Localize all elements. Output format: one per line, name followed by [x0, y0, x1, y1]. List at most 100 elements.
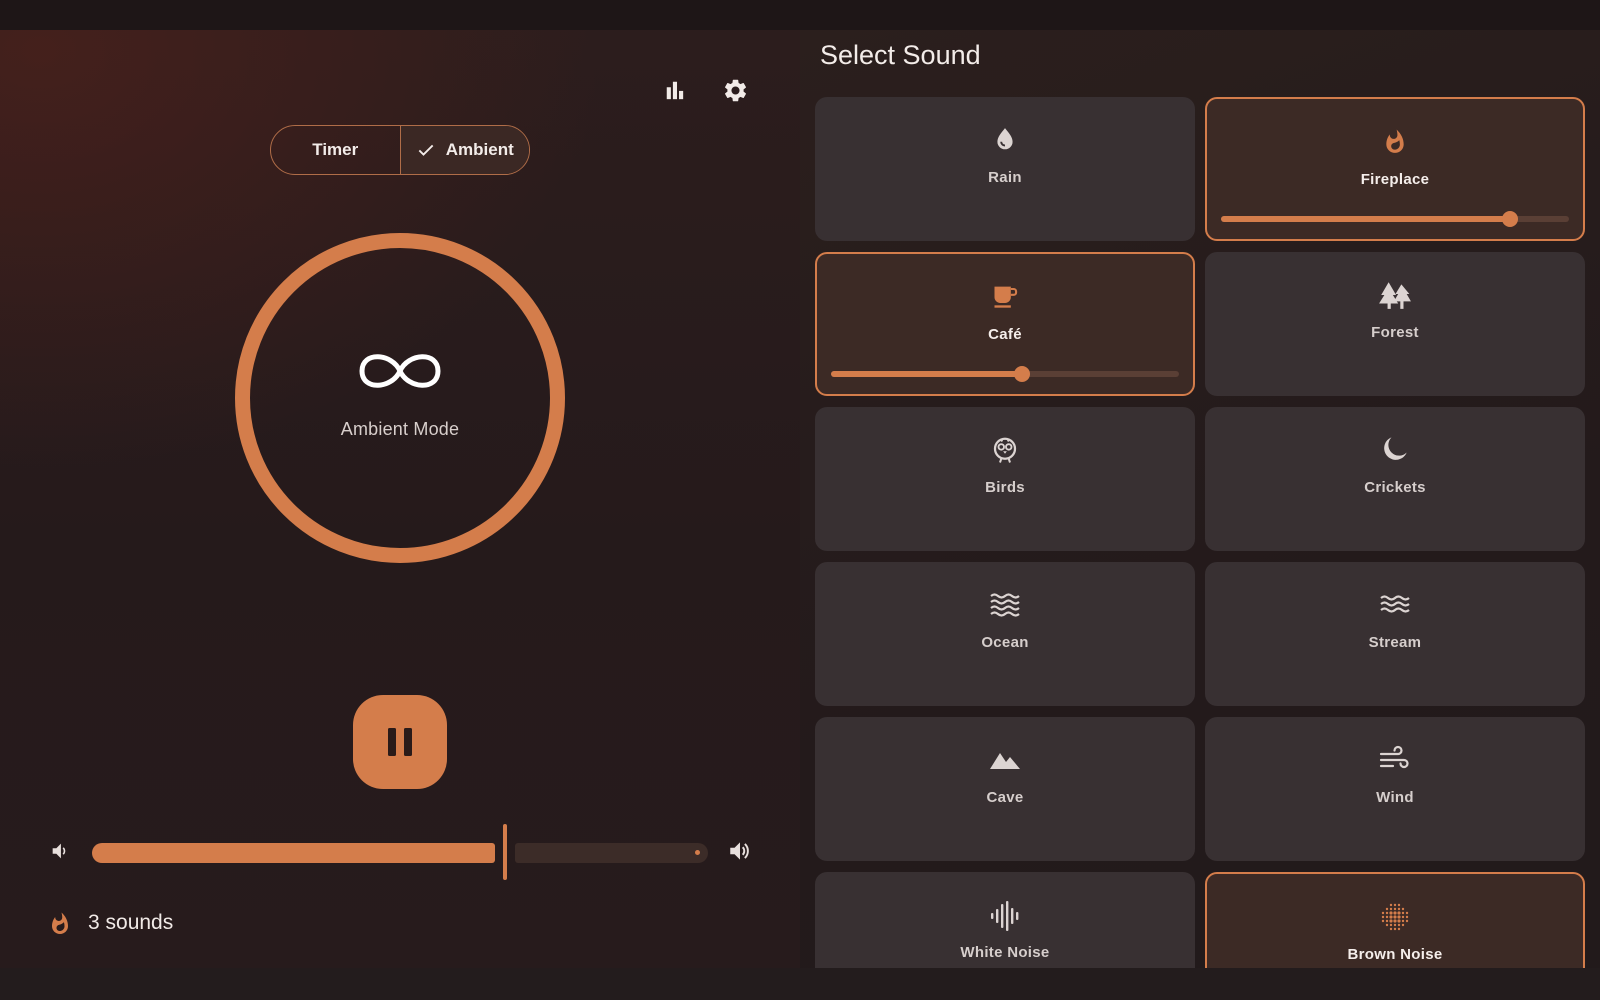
noise-dot — [1389, 903, 1393, 907]
tab-timer-label: Timer — [312, 140, 359, 159]
sound-card-rain[interactable]: Rain — [815, 97, 1195, 241]
slider-fill — [831, 371, 1023, 377]
sound-label: Cave — [986, 789, 1024, 806]
sound-label: Ocean — [981, 634, 1029, 651]
volume-handle[interactable] — [503, 824, 507, 880]
noise-dot — [1401, 911, 1405, 915]
sound-label: Birds — [985, 479, 1025, 496]
moon-icon — [1384, 437, 1407, 460]
noise-dot — [1389, 915, 1393, 919]
noise-dot — [1405, 911, 1409, 915]
noise-dot — [1397, 915, 1401, 919]
tab-ambient-label: Ambient — [445, 140, 514, 159]
ring-content: Ambient Mode — [235, 233, 565, 563]
volume-high-icon — [730, 842, 749, 860]
sound-label: Wind — [1376, 789, 1414, 806]
noise-dot — [1381, 911, 1385, 915]
noise-dot — [1397, 927, 1401, 931]
noise-dot — [1381, 919, 1385, 923]
panel-title: Select Sound — [820, 40, 981, 70]
volume-down-button[interactable] — [45, 836, 75, 866]
slider-fill — [1221, 216, 1510, 222]
check-icon — [418, 144, 434, 156]
noise-dot — [1397, 919, 1401, 923]
noise-dot — [1401, 923, 1405, 927]
volume-slider[interactable] — [92, 824, 708, 880]
noise-dot — [1393, 927, 1397, 931]
bar-chart-icon — [666, 81, 684, 100]
noise-dot — [1397, 903, 1401, 907]
sound-card-fireplace[interactable]: Fireplace — [1205, 97, 1585, 241]
sound-card-crickets[interactable]: Crickets — [1205, 407, 1585, 551]
noise-dot — [1405, 915, 1409, 919]
navigation-bar — [0, 968, 1600, 1000]
noise-dot — [1393, 915, 1397, 919]
volume-track — [515, 843, 708, 863]
sound-count: 3 sounds — [88, 911, 174, 934]
noise-dot — [1401, 915, 1405, 919]
mode-label: Ambient Mode — [340, 418, 460, 439]
wind-icon — [1379, 745, 1409, 769]
pause-button[interactable] — [353, 695, 447, 789]
volume-fill — [92, 843, 495, 863]
noise-dot — [1393, 911, 1397, 915]
gear-icon — [724, 79, 746, 101]
sound-card-birds[interactable]: Birds — [815, 407, 1195, 551]
sound-card-brown-noise[interactable]: Brown Noise — [1205, 872, 1585, 968]
noise-dot — [1393, 923, 1397, 927]
status-bar — [0, 0, 1600, 30]
mode-toggle: Timer Ambient — [270, 125, 530, 175]
app-root: Timer Ambient Ambient Mode 3 sounds Sele… — [0, 30, 1600, 968]
settings-button[interactable] — [715, 70, 755, 110]
fireplace-volume-slider[interactable] — [1221, 211, 1569, 227]
sound-card-white-noise[interactable]: White Noise — [815, 872, 1195, 968]
sound-card-forest[interactable]: Forest — [1205, 252, 1585, 396]
noise-dot — [1385, 907, 1389, 911]
sound-card-wind[interactable]: Wind — [1205, 717, 1585, 861]
volume-up-button[interactable] — [725, 836, 755, 866]
volume-end-dot — [695, 850, 700, 855]
noise-dot — [1385, 923, 1389, 927]
sound-card-stream[interactable]: Stream — [1205, 562, 1585, 706]
noise-dot — [1389, 919, 1393, 923]
forest-icon — [1379, 282, 1411, 309]
noise-dot — [1393, 919, 1397, 923]
stats-button[interactable] — [655, 70, 695, 110]
sound-card-cave[interactable]: Cave — [815, 717, 1195, 861]
sound-label: Café — [988, 326, 1022, 343]
infinity-icon — [359, 353, 441, 388]
pause-icon — [388, 728, 412, 756]
noise-dot — [1381, 915, 1385, 919]
noise-dot — [1389, 923, 1393, 927]
cafe-volume-slider[interactable] — [831, 366, 1179, 382]
volume-low-icon — [52, 843, 66, 859]
tab-ambient[interactable]: Ambient — [399, 126, 529, 174]
noise-dot — [1385, 915, 1389, 919]
noise-dot — [1405, 919, 1409, 923]
fire-icon — [1386, 129, 1404, 153]
active-sounds-indicator: 3 sounds — [48, 910, 173, 936]
slider-thumb[interactable] — [1014, 366, 1031, 382]
sound-card-cafe[interactable]: Café — [815, 252, 1195, 396]
noise-dot — [1397, 907, 1401, 911]
noise-grain-icon — [1381, 903, 1409, 931]
noise-dot — [1393, 903, 1397, 907]
coffee-cup-icon — [994, 286, 1018, 308]
noise-dot — [1393, 907, 1397, 911]
mountain-icon — [990, 753, 1020, 769]
sound-card-ocean[interactable]: Ocean — [815, 562, 1195, 706]
noise-dot — [1401, 907, 1405, 911]
noise-dot — [1389, 907, 1393, 911]
sound-label: Forest — [1371, 324, 1419, 341]
slider-thumb[interactable] — [1501, 211, 1518, 227]
waveform-icon — [991, 901, 1019, 931]
noise-dot — [1401, 919, 1405, 923]
noise-dot — [1385, 911, 1389, 915]
sound-label: Fireplace — [1360, 171, 1430, 188]
bird-icon — [993, 437, 1017, 463]
stream-icon — [1380, 595, 1410, 613]
tab-timer[interactable]: Timer — [271, 126, 400, 174]
noise-dot — [1385, 919, 1389, 923]
sound-label: Rain — [988, 169, 1022, 186]
noise-dot — [1397, 911, 1401, 915]
